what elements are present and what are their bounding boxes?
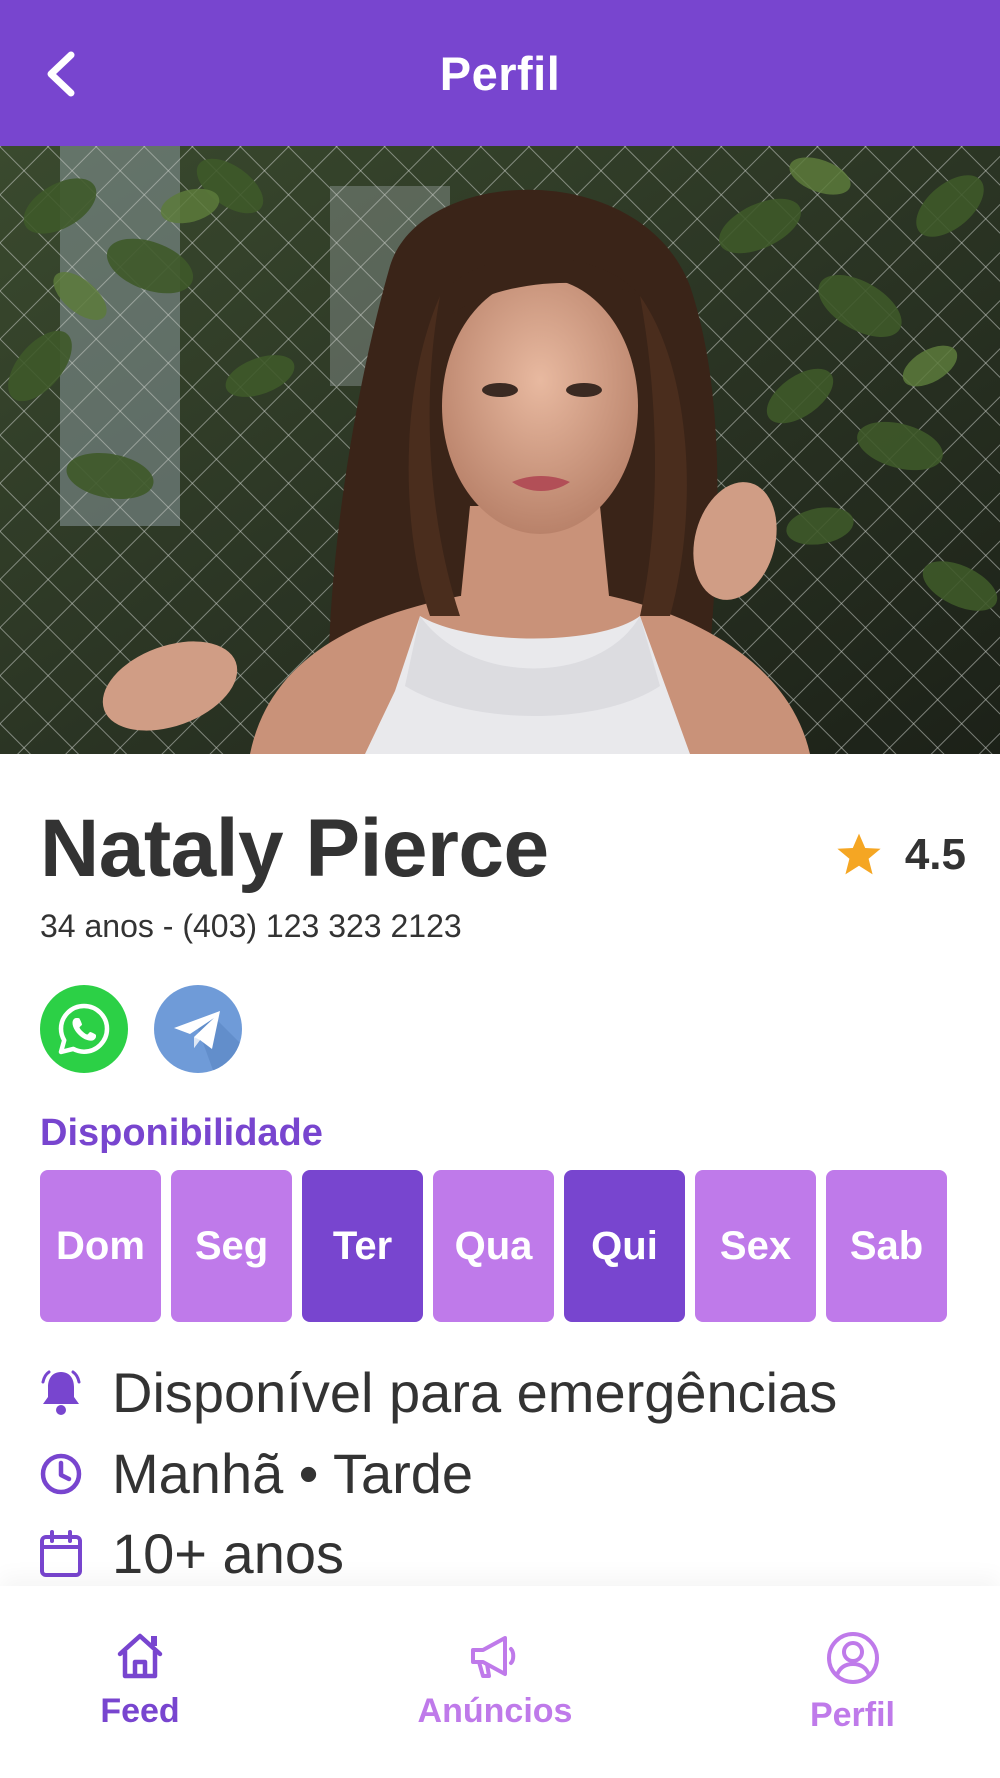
chevron-left-icon	[47, 51, 75, 97]
day-sex[interactable]: Sex	[695, 1170, 816, 1322]
user-icon	[826, 1632, 879, 1684]
home-icon	[117, 1633, 163, 1679]
shifts-text: Manhã • Tarde	[112, 1442, 474, 1505]
profile-photo	[0, 146, 1000, 754]
emergency-row: Disponível para emergências	[36, 1360, 837, 1425]
nav-feed[interactable]: Feed	[60, 1586, 220, 1778]
star-icon	[837, 833, 881, 875]
page-title: Perfil	[439, 46, 561, 100]
day-ter[interactable]: Ter	[302, 1170, 423, 1322]
rating: 4.5	[835, 830, 966, 880]
nav-ads-label: Anúncios	[417, 1692, 573, 1730]
social-links	[40, 985, 242, 1073]
shifts-row: Manhã • Tarde	[36, 1441, 473, 1506]
age-phone: 34 anos - (403) 123 323 2123	[40, 908, 462, 944]
profile-name: Nataly Pierce	[40, 803, 549, 894]
nav-feed-label: Feed	[100, 1692, 180, 1730]
nav-ads[interactable]: Anúncios	[400, 1586, 590, 1778]
rating-value: 4.5	[904, 830, 966, 879]
back-button[interactable]	[36, 44, 84, 104]
app-header: Perfil	[0, 0, 1000, 146]
megaphone-icon	[471, 1636, 516, 1678]
day-seg[interactable]: Seg	[171, 1170, 292, 1322]
whatsapp-button[interactable]	[40, 985, 128, 1073]
nav-profile[interactable]: Perfil	[770, 1586, 935, 1778]
telegram-icon	[174, 1011, 242, 1073]
whatsapp-icon	[58, 1003, 110, 1055]
calendar-icon	[36, 1529, 86, 1579]
nav-profile-label: Perfil	[809, 1696, 896, 1734]
telegram-button[interactable]	[154, 985, 242, 1073]
bell-icon	[36, 1368, 86, 1418]
availability-title: Disponibilidade	[40, 1112, 323, 1154]
experience-text: 10+ anos	[112, 1522, 344, 1585]
day-qui[interactable]: Qui	[564, 1170, 685, 1322]
day-sab[interactable]: Sab	[826, 1170, 947, 1322]
bottom-nav: Feed Anúncios Perfil	[0, 1586, 1000, 1778]
availability-days: Dom Seg Ter Qua Qui Sex Sab	[40, 1170, 947, 1322]
clock-icon	[36, 1449, 86, 1499]
emergency-text: Disponível para emergências	[112, 1361, 838, 1424]
day-qua[interactable]: Qua	[433, 1170, 554, 1322]
day-dom[interactable]: Dom	[40, 1170, 161, 1322]
experience-row: 10+ anos	[36, 1521, 344, 1586]
